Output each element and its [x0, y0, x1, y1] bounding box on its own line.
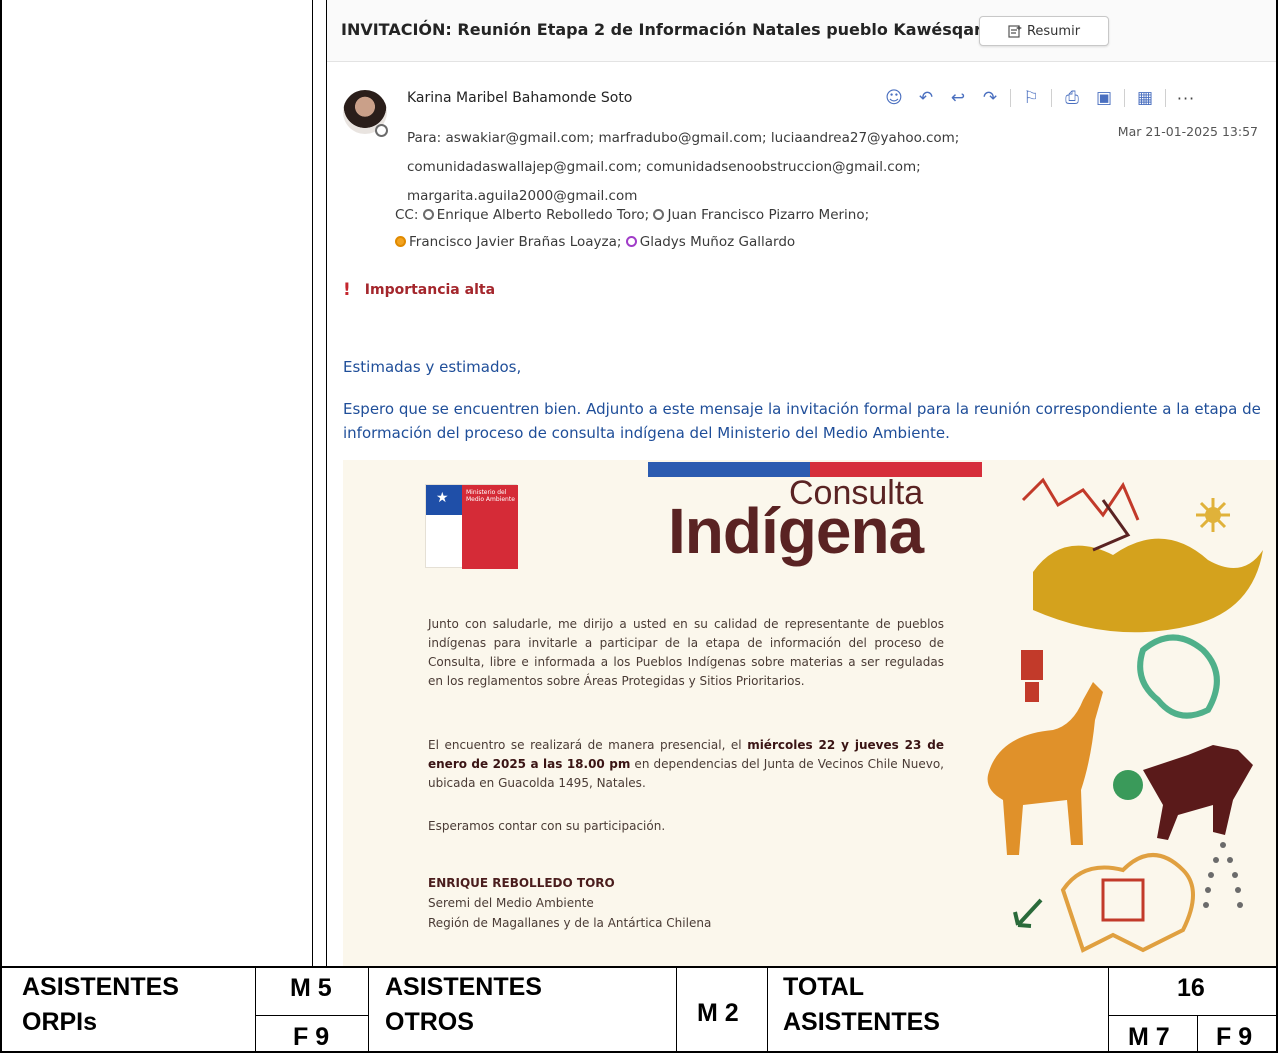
- flyer-paragraph-3: Esperamos contar con su participación.: [428, 819, 666, 833]
- action-divider: [1010, 89, 1011, 107]
- to-line[interactable]: Para: aswakiar@gmail.com; marfradubo@gma…: [407, 124, 1097, 153]
- flag-icon[interactable]: ⚐: [1019, 86, 1043, 110]
- print-icon[interactable]: ⎙: [1060, 86, 1084, 110]
- column-divider: [1197, 1016, 1198, 1053]
- apps-icon[interactable]: ▦: [1133, 86, 1157, 110]
- total-label-line1: TOTAL: [783, 973, 865, 1001]
- flyer-paragraph-2: El encuentro se realizará de manera pres…: [428, 738, 944, 790]
- column-divider: [767, 966, 768, 1053]
- orpis-female-count: F 9: [293, 1023, 330, 1051]
- summarize-icon: [1008, 25, 1022, 38]
- signature-title: Seremi del Medio Ambiente: [428, 896, 594, 910]
- presence-icon: [422, 209, 434, 220]
- table-border-left: [0, 0, 2, 1053]
- total-female-count: F 9: [1216, 1023, 1253, 1051]
- sent-date: Mar 21-01-2025 13:57: [1117, 124, 1258, 139]
- document-table: INVITACIÓN: Reunión Etapa 2 de Informaci…: [0, 0, 1278, 1053]
- signature-region: Región de Magallanes y de la Antártica C…: [428, 916, 712, 930]
- email-greeting: Estimadas y estimados,: [343, 358, 522, 376]
- flyer-paragraph-1: Junto con saludarle, me dirijo a usted e…: [428, 617, 944, 688]
- dnd-presence-icon: [625, 236, 637, 247]
- row-divider: [255, 1015, 368, 1016]
- column-divider: [326, 0, 327, 966]
- importance-banner: ! Importancia alta: [343, 280, 495, 300]
- ministry-logo: ★ Ministerio del Medio Ambiente: [425, 484, 518, 569]
- away-presence-icon: [395, 236, 406, 247]
- more-icon[interactable]: ···: [1174, 86, 1198, 110]
- orpis-male-count: M 5: [290, 974, 332, 1002]
- orpis-label-line1: ASISTENTES: [22, 973, 179, 1001]
- cc-recipient[interactable]: Francisco Javier Brañas Loayza;: [409, 234, 621, 250]
- action-divider: [1124, 89, 1125, 107]
- to-recipients: Para: aswakiar@gmail.com; marfradubo@gma…: [407, 124, 1097, 211]
- cc-recipient[interactable]: Enrique Alberto Rebolledo Toro;: [437, 207, 649, 223]
- importance-label: Importancia alta: [364, 282, 496, 298]
- presence-icon: [653, 209, 665, 220]
- cc-label: CC:: [395, 207, 419, 223]
- orpis-label-line2: ORPIs: [22, 1008, 98, 1036]
- logo-text: Ministerio del Medio Ambiente: [466, 489, 515, 503]
- to-line[interactable]: comunidadaswallajep@gmail.com; comunidad…: [407, 153, 1097, 182]
- summarize-label: Resumir: [1026, 23, 1081, 39]
- signature-name: ENRIQUE REBOLLEDO TORO: [428, 876, 615, 890]
- column-divider: [1108, 966, 1109, 1053]
- cc-recipient[interactable]: Juan Francisco Pizarro Merino;: [667, 207, 869, 223]
- cc-recipients: CC: Enrique Alberto Rebolledo Toro; Juan…: [395, 202, 1085, 256]
- email-paragraph: Espero que se encuentren bien. Adjunto a…: [343, 400, 1261, 442]
- summarize-button[interactable]: Resumir: [979, 16, 1109, 46]
- presence-icon: [375, 124, 388, 137]
- flag-stripe-blue: [648, 462, 810, 477]
- action-divider: [1051, 89, 1052, 107]
- row-divider: [1108, 1015, 1278, 1016]
- column-divider: [255, 966, 256, 1053]
- email-screenshot: INVITACIÓN: Reunión Etapa 2 de Informaci…: [327, 0, 1276, 966]
- total-count: 16: [1177, 974, 1205, 1002]
- total-male-count: M 7: [1128, 1023, 1170, 1051]
- forward-icon[interactable]: ↷: [978, 86, 1002, 110]
- emoji-icon[interactable]: ☺: [882, 86, 906, 110]
- column-divider: [312, 0, 313, 966]
- message-actions: ☺ ↶ ↩ ↷ ⚐ ⎙ ▣ ▦ ···: [882, 86, 1198, 110]
- sender-name[interactable]: Karina Maribel Bahamonde Soto: [407, 90, 632, 106]
- flyer-title-big: Indígena: [668, 495, 924, 567]
- otros-label-line1: ASISTENTES: [385, 973, 542, 1001]
- open-icon[interactable]: ▣: [1092, 86, 1116, 110]
- action-divider: [1165, 89, 1166, 107]
- exclamation-icon: !: [343, 280, 351, 300]
- reply-icon[interactable]: ↶: [914, 86, 938, 110]
- column-divider: [676, 966, 677, 1053]
- email-subject: INVITACIÓN: Reunión Etapa 2 de Informaci…: [341, 20, 982, 39]
- email-header-bar: INVITACIÓN: Reunión Etapa 2 de Informaci…: [327, 0, 1276, 62]
- reply-all-icon[interactable]: ↩: [946, 86, 970, 110]
- star-icon: ★: [436, 490, 449, 506]
- otros-male-count: M 2: [697, 999, 739, 1027]
- cc-recipient[interactable]: Gladys Muñoz Gallardo: [640, 234, 795, 250]
- indigenous-art-illustration: [987, 477, 1263, 953]
- total-label-line2: ASISTENTES: [783, 1008, 940, 1036]
- row-divider: [0, 966, 1278, 968]
- otros-label-line2: OTROS: [385, 1008, 474, 1036]
- invitation-flyer: ★ Ministerio del Medio Ambiente Consulta…: [343, 460, 1276, 966]
- column-divider: [368, 966, 369, 1053]
